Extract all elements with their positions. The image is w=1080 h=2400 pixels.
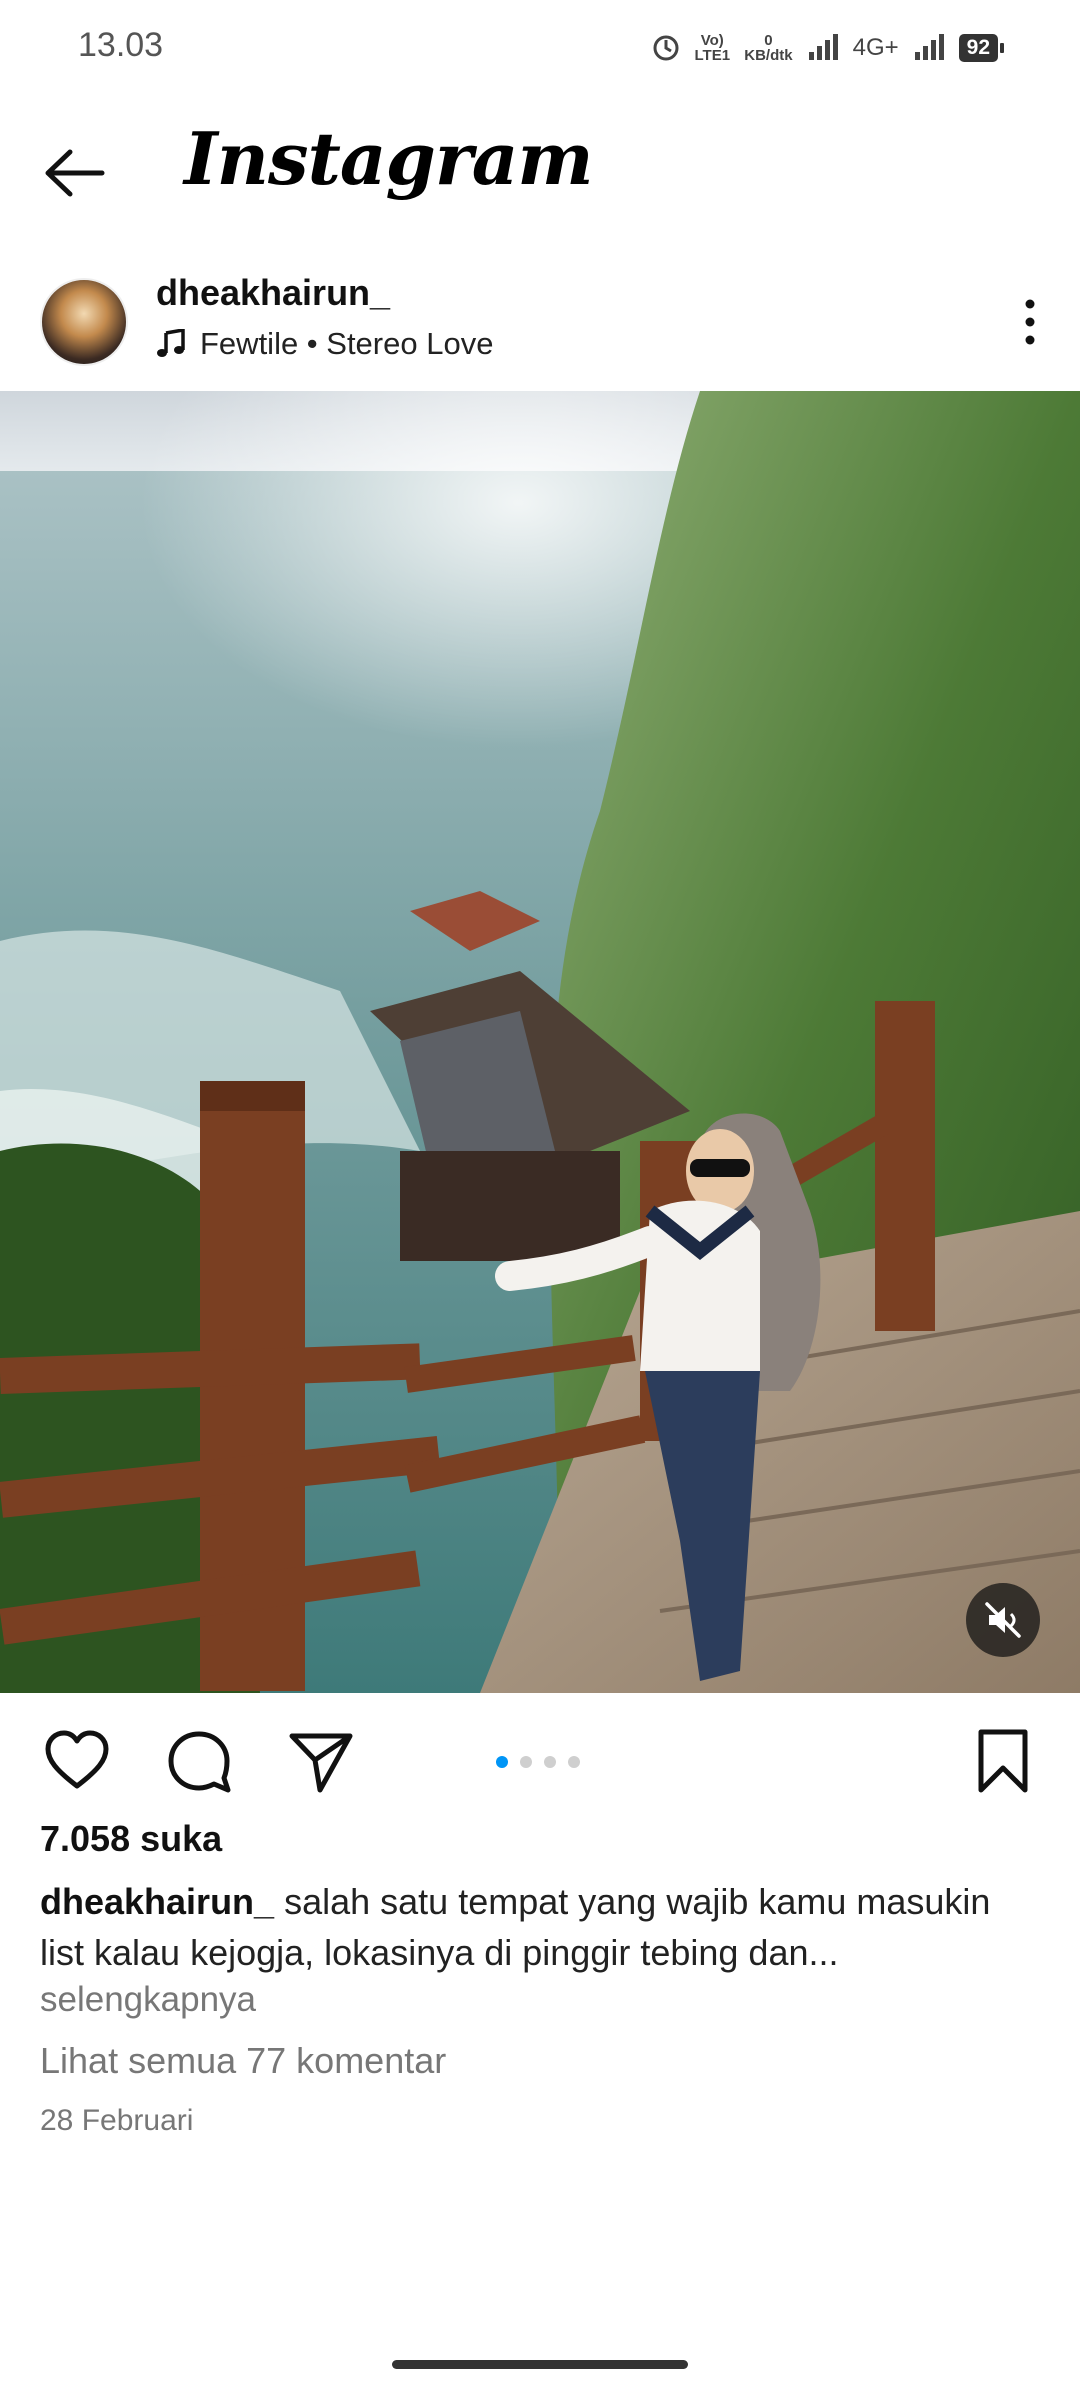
network-speed-unit: KB/dtk: [744, 47, 793, 64]
post-image: [0, 391, 1080, 1693]
music-info[interactable]: Fewtile • Stereo Love: [156, 326, 493, 362]
battery-level: 92: [958, 34, 998, 62]
post-actions: [0, 1720, 1080, 1800]
status-time: 13.03: [78, 26, 164, 64]
status-icons: Vo) LTE1 0 KB/dtk 4G+ 92: [652, 24, 1004, 72]
status-bar: 13.03 Vo) LTE1 0 KB/dtk 4G+ 92: [0, 0, 1080, 96]
battery-tip: [1000, 43, 1004, 53]
post-date: 28 Februari: [40, 2104, 194, 2137]
volte-indicator: Vo) LTE1: [694, 32, 731, 64]
likes-count[interactable]: 7.058 suka: [40, 1818, 222, 1860]
caption-username[interactable]: dheakhairun_: [40, 1881, 274, 1922]
network-speed: 0 KB/dtk: [744, 33, 792, 63]
carousel-dot: [520, 1756, 532, 1768]
bookmark-icon[interactable]: [968, 1726, 1038, 1796]
heart-icon[interactable]: [42, 1726, 112, 1796]
battery-indicator: 92: [958, 34, 1004, 62]
mute-button[interactable]: [966, 1583, 1040, 1657]
network-speed-value: 0: [764, 32, 773, 49]
caption-more-link[interactable]: selengkapnya: [40, 1980, 256, 2020]
music-note-icon: [157, 329, 185, 357]
view-comments-link[interactable]: Lihat semua 77 komentar: [40, 2040, 446, 2082]
carousel-indicator: [496, 1756, 580, 1768]
back-arrow-icon[interactable]: [40, 138, 110, 208]
share-icon[interactable]: [286, 1726, 356, 1796]
avatar[interactable]: [40, 278, 128, 366]
mute-icon: [985, 1602, 1021, 1638]
signal-icon: [808, 34, 838, 60]
carousel-dot: [544, 1756, 556, 1768]
post-photo[interactable]: [0, 391, 1080, 1693]
comment-icon[interactable]: [164, 1726, 234, 1796]
signal-2-icon: [914, 34, 944, 60]
music-label: Fewtile • Stereo Love: [200, 326, 494, 361]
network-type: 4G+: [852, 34, 899, 61]
post-header: dheakhairun_ Fewtile • Stereo Love: [0, 260, 1080, 390]
top-navigation: Instagram: [0, 110, 1080, 230]
sync-icon: [653, 35, 679, 61]
post-caption: dheakhairun_ salah satu tempat yang waji…: [40, 1876, 1040, 1978]
carousel-dot: [568, 1756, 580, 1768]
more-vertical-icon[interactable]: [1018, 292, 1042, 352]
home-indicator[interactable]: [392, 2360, 688, 2369]
instagram-logo: Instagram: [184, 116, 594, 201]
carousel-dot-active: [496, 1756, 508, 1768]
post-username[interactable]: dheakhairun_: [156, 272, 390, 314]
